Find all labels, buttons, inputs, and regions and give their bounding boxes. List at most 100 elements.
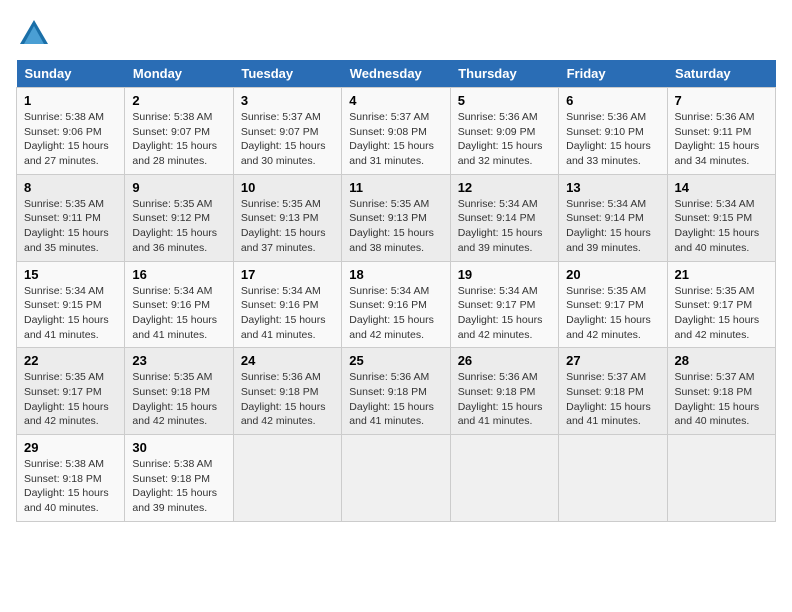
calendar-cell: 3 Sunrise: 5:37 AMSunset: 9:07 PMDayligh…: [233, 88, 341, 175]
calendar-cell: 25 Sunrise: 5:36 AMSunset: 9:18 PMDaylig…: [342, 348, 450, 435]
day-number: 9: [132, 180, 225, 195]
day-detail: Sunrise: 5:36 AMSunset: 9:18 PMDaylight:…: [241, 371, 326, 427]
day-detail: Sunrise: 5:36 AMSunset: 9:18 PMDaylight:…: [458, 371, 543, 427]
day-detail: Sunrise: 5:34 AMSunset: 9:15 PMDaylight:…: [24, 285, 109, 341]
day-detail: Sunrise: 5:34 AMSunset: 9:16 PMDaylight:…: [349, 285, 434, 341]
day-detail: Sunrise: 5:37 AMSunset: 9:18 PMDaylight:…: [675, 371, 760, 427]
calendar-cell: 2 Sunrise: 5:38 AMSunset: 9:07 PMDayligh…: [125, 88, 233, 175]
day-number: 1: [24, 93, 117, 108]
calendar-cell: 6 Sunrise: 5:36 AMSunset: 9:10 PMDayligh…: [559, 88, 667, 175]
day-number: 4: [349, 93, 442, 108]
weekday-header-cell: Friday: [559, 60, 667, 88]
day-number: 16: [132, 267, 225, 282]
calendar-cell: 7 Sunrise: 5:36 AMSunset: 9:11 PMDayligh…: [667, 88, 775, 175]
day-detail: Sunrise: 5:36 AMSunset: 9:11 PMDaylight:…: [675, 111, 760, 167]
calendar-week-row: 15 Sunrise: 5:34 AMSunset: 9:15 PMDaylig…: [17, 261, 776, 348]
calendar-cell: 23 Sunrise: 5:35 AMSunset: 9:18 PMDaylig…: [125, 348, 233, 435]
day-detail: Sunrise: 5:38 AMSunset: 9:07 PMDaylight:…: [132, 111, 217, 167]
calendar-cell: [667, 435, 775, 522]
day-number: 5: [458, 93, 551, 108]
weekday-header-row: SundayMondayTuesdayWednesdayThursdayFrid…: [17, 60, 776, 88]
day-number: 13: [566, 180, 659, 195]
calendar-cell: 11 Sunrise: 5:35 AMSunset: 9:13 PMDaylig…: [342, 174, 450, 261]
day-number: 21: [675, 267, 768, 282]
day-number: 14: [675, 180, 768, 195]
calendar-cell: 20 Sunrise: 5:35 AMSunset: 9:17 PMDaylig…: [559, 261, 667, 348]
calendar-cell: 27 Sunrise: 5:37 AMSunset: 9:18 PMDaylig…: [559, 348, 667, 435]
day-detail: Sunrise: 5:38 AMSunset: 9:06 PMDaylight:…: [24, 111, 109, 167]
calendar-table: SundayMondayTuesdayWednesdayThursdayFrid…: [16, 60, 776, 522]
weekday-header-cell: Sunday: [17, 60, 125, 88]
day-detail: Sunrise: 5:34 AMSunset: 9:16 PMDaylight:…: [132, 285, 217, 341]
day-detail: Sunrise: 5:35 AMSunset: 9:18 PMDaylight:…: [132, 371, 217, 427]
day-detail: Sunrise: 5:35 AMSunset: 9:17 PMDaylight:…: [675, 285, 760, 341]
day-number: 23: [132, 353, 225, 368]
day-number: 10: [241, 180, 334, 195]
day-number: 27: [566, 353, 659, 368]
day-detail: Sunrise: 5:36 AMSunset: 9:09 PMDaylight:…: [458, 111, 543, 167]
calendar-cell: 13 Sunrise: 5:34 AMSunset: 9:14 PMDaylig…: [559, 174, 667, 261]
calendar-week-row: 22 Sunrise: 5:35 AMSunset: 9:17 PMDaylig…: [17, 348, 776, 435]
day-number: 26: [458, 353, 551, 368]
weekday-header-cell: Saturday: [667, 60, 775, 88]
weekday-header-cell: Wednesday: [342, 60, 450, 88]
weekday-header-cell: Monday: [125, 60, 233, 88]
day-detail: Sunrise: 5:35 AMSunset: 9:17 PMDaylight:…: [24, 371, 109, 427]
day-detail: Sunrise: 5:36 AMSunset: 9:10 PMDaylight:…: [566, 111, 651, 167]
day-detail: Sunrise: 5:37 AMSunset: 9:18 PMDaylight:…: [566, 371, 651, 427]
day-number: 11: [349, 180, 442, 195]
calendar-body: 1 Sunrise: 5:38 AMSunset: 9:06 PMDayligh…: [17, 88, 776, 522]
calendar-cell: [342, 435, 450, 522]
calendar-week-row: 29 Sunrise: 5:38 AMSunset: 9:18 PMDaylig…: [17, 435, 776, 522]
day-number: 7: [675, 93, 768, 108]
day-number: 28: [675, 353, 768, 368]
calendar-cell: 12 Sunrise: 5:34 AMSunset: 9:14 PMDaylig…: [450, 174, 558, 261]
day-detail: Sunrise: 5:34 AMSunset: 9:16 PMDaylight:…: [241, 285, 326, 341]
day-number: 30: [132, 440, 225, 455]
day-number: 17: [241, 267, 334, 282]
day-detail: Sunrise: 5:34 AMSunset: 9:14 PMDaylight:…: [566, 198, 651, 254]
day-detail: Sunrise: 5:38 AMSunset: 9:18 PMDaylight:…: [24, 458, 109, 514]
day-number: 15: [24, 267, 117, 282]
day-number: 18: [349, 267, 442, 282]
calendar-cell: 14 Sunrise: 5:34 AMSunset: 9:15 PMDaylig…: [667, 174, 775, 261]
calendar-cell: 21 Sunrise: 5:35 AMSunset: 9:17 PMDaylig…: [667, 261, 775, 348]
day-detail: Sunrise: 5:35 AMSunset: 9:13 PMDaylight:…: [349, 198, 434, 254]
calendar-cell: 5 Sunrise: 5:36 AMSunset: 9:09 PMDayligh…: [450, 88, 558, 175]
calendar-cell: [233, 435, 341, 522]
weekday-header-cell: Thursday: [450, 60, 558, 88]
calendar-cell: 1 Sunrise: 5:38 AMSunset: 9:06 PMDayligh…: [17, 88, 125, 175]
calendar-week-row: 1 Sunrise: 5:38 AMSunset: 9:06 PMDayligh…: [17, 88, 776, 175]
calendar-cell: 19 Sunrise: 5:34 AMSunset: 9:17 PMDaylig…: [450, 261, 558, 348]
calendar-cell: 17 Sunrise: 5:34 AMSunset: 9:16 PMDaylig…: [233, 261, 341, 348]
calendar-cell: [450, 435, 558, 522]
logo-icon: [16, 16, 52, 52]
day-number: 25: [349, 353, 442, 368]
day-detail: Sunrise: 5:35 AMSunset: 9:11 PMDaylight:…: [24, 198, 109, 254]
day-number: 8: [24, 180, 117, 195]
day-detail: Sunrise: 5:38 AMSunset: 9:18 PMDaylight:…: [132, 458, 217, 514]
day-number: 19: [458, 267, 551, 282]
day-number: 3: [241, 93, 334, 108]
day-number: 6: [566, 93, 659, 108]
calendar-cell: 18 Sunrise: 5:34 AMSunset: 9:16 PMDaylig…: [342, 261, 450, 348]
day-number: 22: [24, 353, 117, 368]
day-detail: Sunrise: 5:35 AMSunset: 9:13 PMDaylight:…: [241, 198, 326, 254]
calendar-cell: 4 Sunrise: 5:37 AMSunset: 9:08 PMDayligh…: [342, 88, 450, 175]
calendar-cell: [559, 435, 667, 522]
day-detail: Sunrise: 5:35 AMSunset: 9:17 PMDaylight:…: [566, 285, 651, 341]
calendar-cell: 22 Sunrise: 5:35 AMSunset: 9:17 PMDaylig…: [17, 348, 125, 435]
calendar-cell: 15 Sunrise: 5:34 AMSunset: 9:15 PMDaylig…: [17, 261, 125, 348]
day-detail: Sunrise: 5:37 AMSunset: 9:07 PMDaylight:…: [241, 111, 326, 167]
calendar-week-row: 8 Sunrise: 5:35 AMSunset: 9:11 PMDayligh…: [17, 174, 776, 261]
day-number: 20: [566, 267, 659, 282]
calendar-cell: 26 Sunrise: 5:36 AMSunset: 9:18 PMDaylig…: [450, 348, 558, 435]
calendar-cell: 24 Sunrise: 5:36 AMSunset: 9:18 PMDaylig…: [233, 348, 341, 435]
calendar-cell: 16 Sunrise: 5:34 AMSunset: 9:16 PMDaylig…: [125, 261, 233, 348]
day-detail: Sunrise: 5:35 AMSunset: 9:12 PMDaylight:…: [132, 198, 217, 254]
logo: [16, 16, 58, 52]
calendar-cell: 9 Sunrise: 5:35 AMSunset: 9:12 PMDayligh…: [125, 174, 233, 261]
day-detail: Sunrise: 5:34 AMSunset: 9:15 PMDaylight:…: [675, 198, 760, 254]
calendar-cell: 10 Sunrise: 5:35 AMSunset: 9:13 PMDaylig…: [233, 174, 341, 261]
day-number: 29: [24, 440, 117, 455]
